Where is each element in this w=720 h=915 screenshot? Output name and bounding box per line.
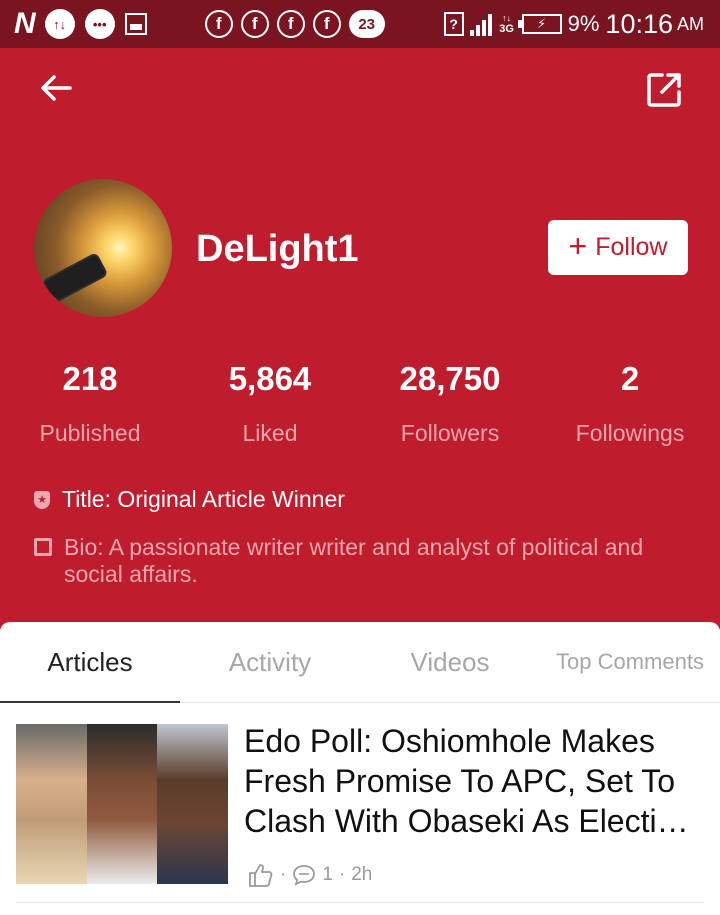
article-item[interactable]: Edo Poll: Oshiomhole Makes Fresh Promise… [0,703,720,903]
facebook-icon: f [204,10,233,38]
bio-card-icon [34,538,52,556]
profile-stats: 218 Published 5,864 Liked 28,750 Followe… [0,360,720,447]
username: DeLight1 [196,228,359,270]
notification-icons: f f f f 23 [204,10,385,38]
profile-header: DeLight1 + Follow 218 Published 5,864 Li… [0,48,720,630]
status-left: N ↑↓ ••• [0,7,147,41]
stat-label: Followers [400,420,500,446]
stat-followings[interactable]: 2 Followings [540,360,720,447]
avatar[interactable] [34,179,172,317]
article-meta: · 1 · 2h [246,861,372,889]
network-type: ↑↓ 3G [499,13,514,35]
tab-articles[interactable]: Articles [0,622,180,703]
thumbnail-photo [86,724,158,884]
stat-followers[interactable]: 28,750 Followers [360,360,540,447]
stat-value: 218 [62,360,118,397]
profile-title: ★ Title: Original Article Winner [34,486,345,513]
stat-value: 2 [620,360,640,397]
article-age: 2h [351,864,373,885]
stat-published[interactable]: 218 Published [0,360,180,447]
battery-percent: 9% [567,11,600,36]
flashlight-image [41,251,109,305]
signal-strength-icon [469,12,492,36]
comment-count: 1 [322,864,333,885]
battery-charging-icon: ⚡ [517,14,562,34]
article-thumbnail [16,724,228,884]
gallery-icon [124,13,147,35]
profile-bio: Bio: A passionate writer writer and anal… [34,534,684,588]
clock-ampm: AM [677,13,704,34]
back-button[interactable] [36,68,76,108]
carrier-logo-icon: N [14,7,36,40]
meta-separator: · [338,864,346,885]
stat-label: Liked [242,420,298,446]
follow-button-label: Follow [595,233,668,261]
thumbs-up-icon[interactable] [246,861,274,889]
stat-value: 28,750 [399,360,501,397]
facebook-icon: f [240,10,269,38]
comment-icon[interactable] [292,864,316,886]
notification-count-badge: 23 [348,10,385,38]
profile-tabs: Articles Activity Videos Top Comments [0,622,720,703]
no-sim-icon: ? [443,12,464,36]
status-right: ? ↑↓ 3G ⚡ 9% 10:16 AM [443,8,720,40]
tab-top-comments[interactable]: Top Comments [540,622,720,702]
status-bar: N ↑↓ ••• f f f f 23 ? ↑↓ 3G ⚡ 9% 10:16 AM [0,0,720,48]
facebook-icon: f [276,10,305,38]
tab-activity[interactable]: Activity [180,622,360,702]
network-type-label: 3G [499,23,514,35]
thumbnail-photo [16,724,87,884]
profile-title-text: Title: Original Article Winner [62,486,345,512]
article-title: Edo Poll: Oshiomhole Makes Fresh Promise… [244,723,689,839]
stat-liked[interactable]: 5,864 Liked [180,360,360,447]
share-button[interactable] [642,68,686,112]
stat-label: Followings [575,420,685,446]
follow-button[interactable]: + Follow [548,220,688,275]
list-divider [16,902,704,903]
arrow-left-icon [41,75,72,101]
facebook-icon: f [312,10,341,38]
tab-videos[interactable]: Videos [360,622,540,702]
plus-icon: + [568,228,588,264]
messenger-icon: ••• [84,9,115,39]
meta-separator: · [280,864,287,885]
clock-time: 10:16 [605,8,673,39]
external-share-icon [647,73,681,107]
stat-value: 5,864 [228,360,312,397]
thumbnail-photo [157,724,228,884]
profile-bio-text: Bio: A passionate writer writer and anal… [64,534,644,587]
stat-label: Published [39,420,141,446]
award-badge-icon: ★ [34,490,50,509]
data-saver-icon: ↑↓ [44,9,75,39]
